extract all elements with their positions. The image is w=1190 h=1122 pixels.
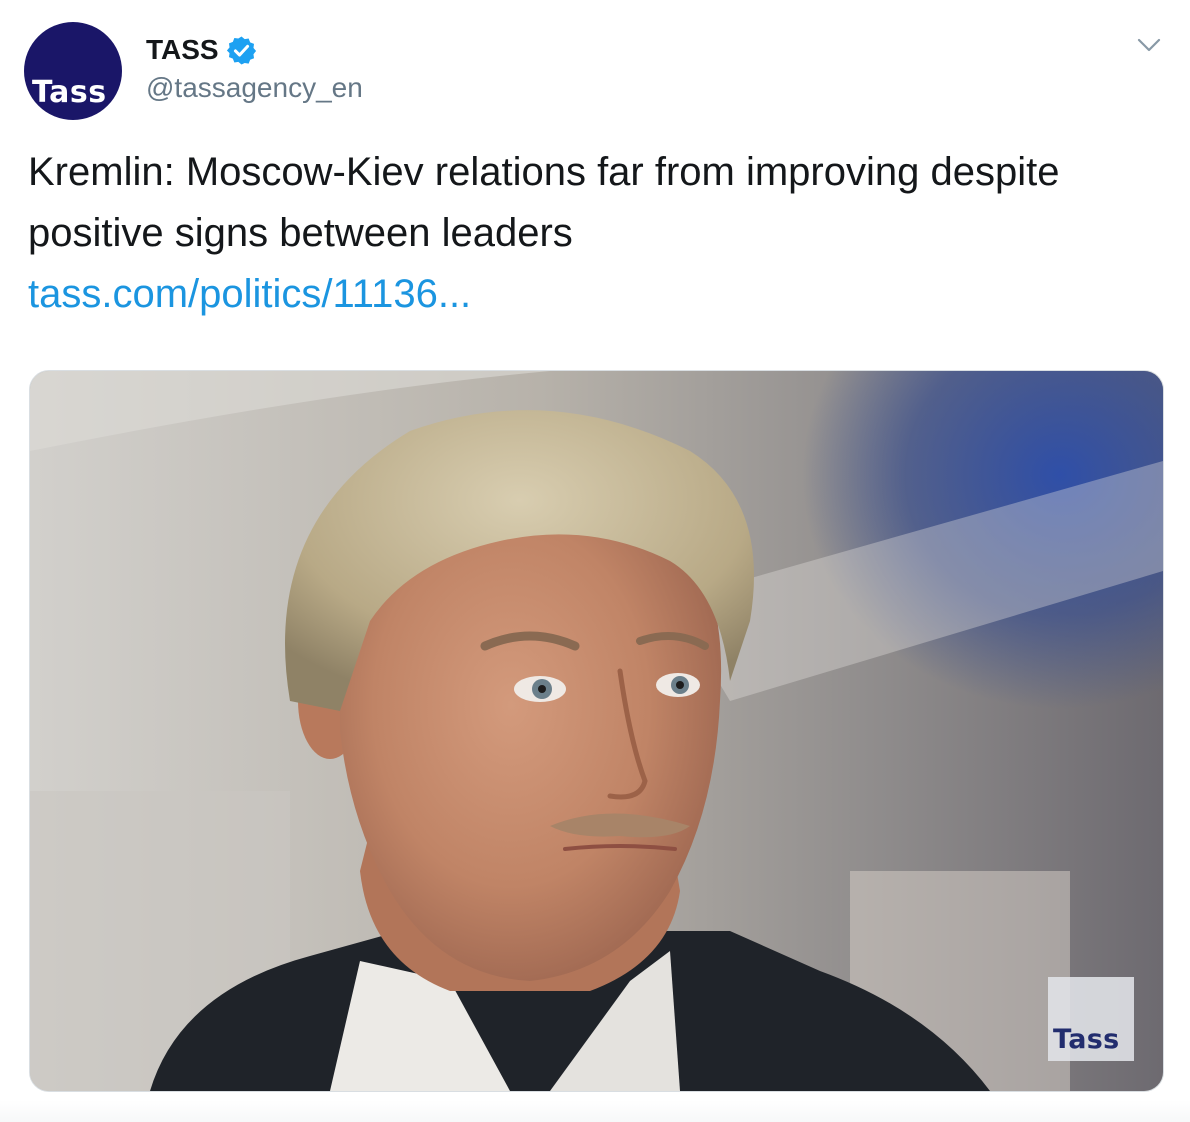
avatar-logo: Tass [32,75,107,110]
author-handle[interactable]: @tassagency_en [146,72,363,104]
tass-watermark: Tass [1048,977,1134,1061]
avatar[interactable]: Tass [24,22,122,120]
bottom-edge [0,1100,1190,1122]
tweet-link[interactable]: tass.com/politics/11136... [28,264,471,325]
watermark-text: Tass [1053,1024,1120,1055]
tweet-text: Kremlin: Moscow-Kiev relations far from … [28,150,1060,255]
tweet-media-photo[interactable]: Tass [29,370,1164,1092]
chevron-down-icon[interactable] [1132,30,1166,60]
photo-illustration [30,371,1163,1091]
author-name-row: TASS [146,32,258,68]
verified-badge-icon [226,35,256,65]
author-display-name[interactable]: TASS [146,34,219,66]
